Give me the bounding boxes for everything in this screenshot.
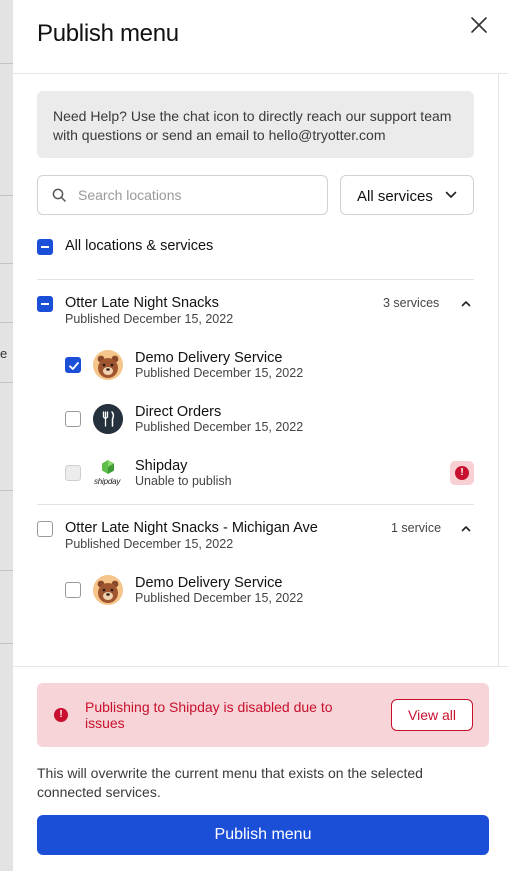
service-checkbox[interactable]: [65, 411, 81, 427]
chevron-down-icon: [445, 191, 457, 198]
indeterminate-icon: [41, 303, 49, 305]
search-input[interactable]: [78, 176, 318, 214]
location-name: Otter Late Night Snacks - Michigan Ave: [65, 520, 318, 536]
service-name: Shipday: [135, 458, 188, 474]
fork-knife-icon: [93, 404, 123, 434]
help-banner: Need Help? Use the chat icon to directly…: [37, 91, 474, 158]
service-name: Demo Delivery Service: [135, 575, 283, 591]
drawer-title: Publish menu: [37, 20, 179, 47]
drawer-footer: ! Publishing to Shipday is disabled due …: [13, 666, 508, 871]
shipday-logo-text: shipday: [94, 477, 121, 486]
drawer-header: Publish menu: [13, 0, 508, 74]
location-published-date: Published December 15, 2022: [65, 537, 234, 551]
service-status: Published December 15, 2022: [135, 420, 304, 434]
select-all-checkbox[interactable]: [37, 239, 53, 255]
select-all-label: All locations & services: [65, 238, 214, 254]
alert-message: Publishing to Shipday is disabled due to…: [85, 699, 333, 731]
services-filter-value: All services: [357, 188, 433, 205]
service-status: Published December 15, 2022: [135, 366, 304, 380]
close-icon: [471, 17, 487, 33]
close-button[interactable]: [469, 15, 489, 35]
view-all-button[interactable]: View all: [391, 699, 473, 731]
divider: [37, 504, 474, 505]
drawer-body[interactable]: Need Help? Use the chat icon to directly…: [13, 74, 508, 666]
service-status: Unable to publish: [135, 474, 232, 488]
location-checkbox[interactable]: [37, 296, 53, 312]
bear-avatar-icon: [93, 575, 123, 605]
checkmark-icon: [69, 362, 79, 370]
background-page: e: [0, 0, 13, 871]
error-alert: ! Publishing to Shipday is disabled due …: [37, 683, 489, 747]
chevron-up-icon[interactable]: [461, 300, 471, 307]
search-field[interactable]: [37, 175, 328, 215]
search-icon: [52, 188, 66, 202]
location-published-date: Published December 15, 2022: [65, 312, 234, 326]
location-name: Otter Late Night Snacks: [65, 295, 219, 311]
chevron-up-icon[interactable]: [461, 525, 471, 532]
service-checkbox[interactable]: [65, 357, 81, 373]
services-filter-dropdown[interactable]: All services: [340, 175, 474, 215]
service-checkbox-disabled: [65, 465, 81, 481]
location-checkbox[interactable]: [37, 521, 53, 537]
divider: [37, 279, 474, 280]
indeterminate-icon: [41, 246, 49, 248]
bear-avatar-icon: [93, 350, 123, 380]
error-icon: !: [455, 466, 469, 480]
shipday-logo-icon: shipday: [93, 458, 123, 488]
publish-menu-drawer: Publish menu Need Help? Use the chat ico…: [13, 0, 508, 871]
error-icon: !: [54, 708, 68, 722]
service-name: Direct Orders: [135, 404, 222, 420]
scrollbar[interactable]: [498, 74, 499, 666]
publish-menu-button[interactable]: Publish menu: [37, 815, 489, 855]
service-checkbox[interactable]: [65, 582, 81, 598]
shipday-issue-button[interactable]: !: [450, 461, 474, 485]
service-count: 1 service: [391, 521, 442, 535]
service-name: Demo Delivery Service: [135, 350, 283, 366]
service-status: Published December 15, 2022: [135, 591, 304, 605]
overwrite-note: This will overwrite the current menu tha…: [37, 765, 423, 800]
service-count: 3 services: [383, 296, 440, 310]
background-clipped-text: e: [0, 346, 8, 361]
